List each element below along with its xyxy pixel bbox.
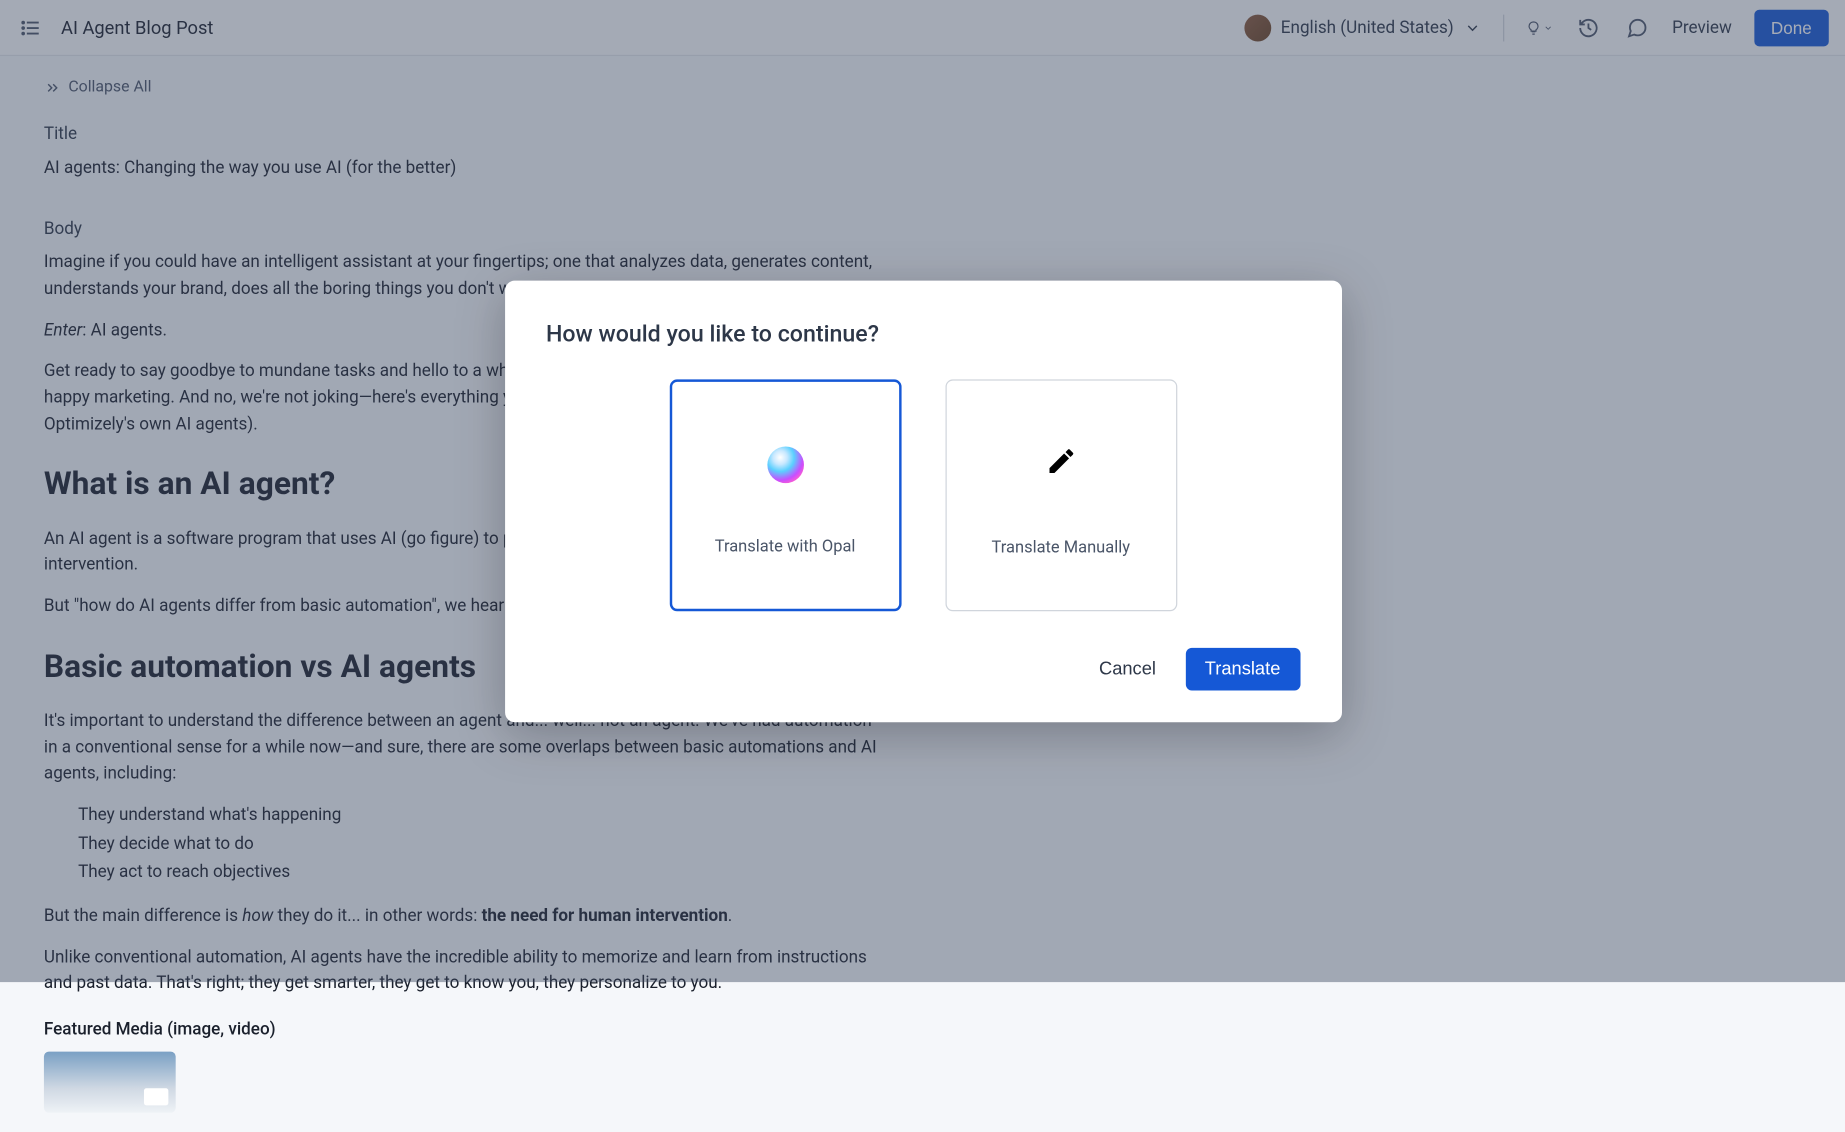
modal-overlay: How would you like to continue? Translat… (0, 0, 1845, 982)
featured-media-thumbnail[interactable] (44, 1051, 176, 1112)
opal-orb-icon (767, 447, 804, 484)
translate-button[interactable]: Translate (1185, 648, 1300, 691)
option-label: Translate with Opal (715, 537, 856, 557)
pen-icon (1045, 445, 1077, 484)
option-label: Translate Manually (992, 538, 1130, 558)
option-translate-manually[interactable]: Translate Manually (945, 379, 1177, 611)
cancel-button[interactable]: Cancel (1087, 649, 1168, 689)
modal-title: How would you like to continue? (546, 320, 1300, 348)
translate-modal: How would you like to continue? Translat… (504, 281, 1341, 723)
featured-media-label: Featured Media (image, video) (44, 1018, 883, 1044)
option-translate-with-opal[interactable]: Translate with Opal (669, 379, 901, 611)
